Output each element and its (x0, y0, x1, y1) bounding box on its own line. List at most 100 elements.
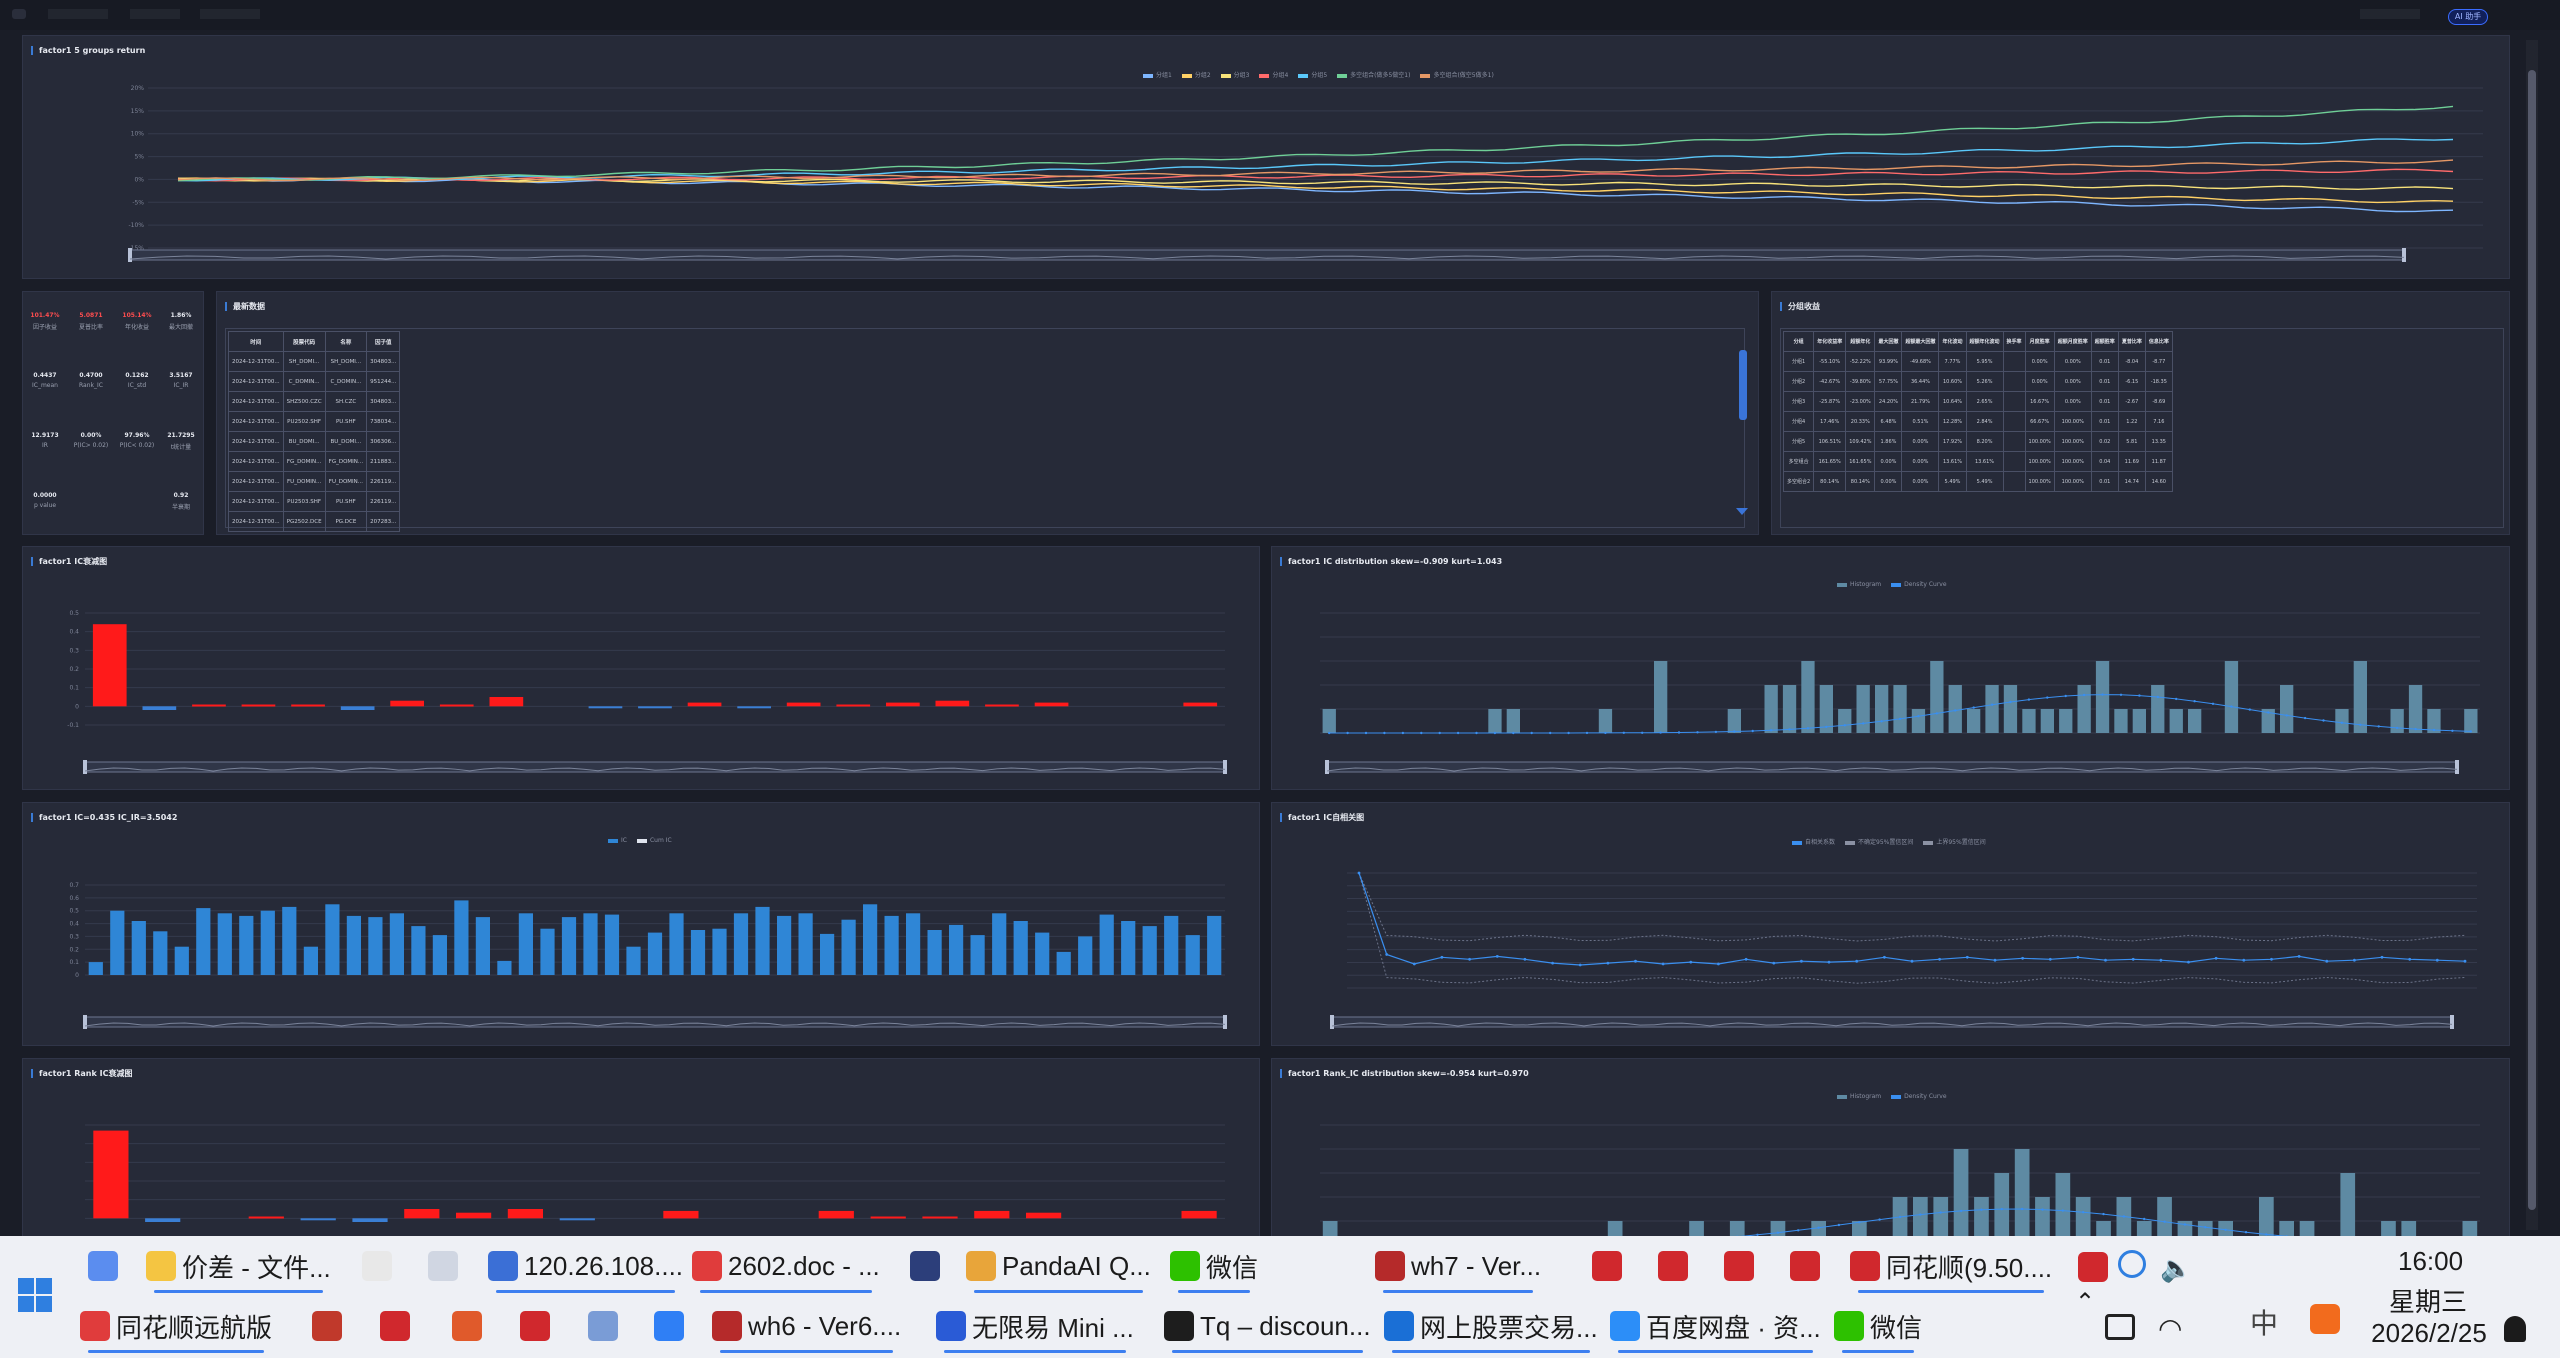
table-row[interactable]: 2024-12-31T00... PU2502.SHF PU.SHF 738034..… (228, 411, 401, 432)
bar (540, 928, 555, 975)
taskbar-button[interactable] (362, 1243, 398, 1289)
sogou-ime-icon[interactable] (2310, 1304, 2340, 1334)
column-header[interactable]: 分组 (1782, 331, 1815, 352)
table-row[interactable]: 2024-12-31T00... SH_DOMI... SH_DOMI... 3048… (228, 351, 401, 372)
taskbar-button[interactable] (1658, 1243, 1694, 1289)
bar (1893, 685, 1907, 733)
taskbar-button[interactable] (1724, 1243, 1760, 1289)
bar (439, 704, 474, 707)
taskbar-button[interactable]: 百度网盘 · 资... (1610, 1303, 1821, 1353)
nav-item[interactable] (130, 9, 180, 19)
taskbar-button[interactable] (88, 1243, 124, 1289)
table-cell: -55.10% (1813, 351, 1847, 372)
column-header[interactable]: 因子值 (366, 331, 401, 352)
column-header[interactable]: 年化收益率 (1813, 331, 1847, 352)
clock-weekday[interactable]: 星期三 (2388, 1282, 2468, 1319)
table-row[interactable]: 多空组合 161.65% 161.65% 0.00% 0.00% 13.61% 13.61%… (1782, 451, 2173, 472)
column-header[interactable]: 年化波动 (1938, 331, 1967, 352)
taskbar-button[interactable] (452, 1303, 488, 1349)
clock-time[interactable]: 16:00 (2398, 1246, 2463, 1277)
taskbar-button[interactable] (312, 1303, 348, 1349)
table-row[interactable]: 2024-12-31T00... PG2502.DCE PG.DCE 207283..… (228, 511, 401, 532)
taskbar-button[interactable]: 网上股票交易... (1384, 1303, 1598, 1353)
taskbar-button[interactable]: Tq – discoun... (1164, 1303, 1371, 1353)
app-s-icon (520, 1311, 550, 1341)
table-row[interactable]: 2024-12-31T00... PU2503.SHF PU.SHF 226119..… (228, 491, 401, 512)
table-row[interactable]: 分组2 -42.67% -39.80% 57.75% 36.44% 10.60% 5.26%… (1782, 371, 2173, 392)
column-header[interactable]: 股票代码 (282, 331, 326, 352)
windows-start-icon[interactable] (18, 1278, 52, 1312)
column-header[interactable]: 换手率 (2002, 331, 2026, 352)
page-scrollbar[interactable] (2528, 70, 2536, 1210)
taskbar-button[interactable]: wh7 - Ver... (1375, 1243, 1541, 1293)
table-cell: 211883... (366, 451, 401, 472)
column-header[interactable]: 超额月度胜率 (2053, 331, 2092, 352)
column-header[interactable]: 时间 (228, 331, 284, 352)
taskbar-button[interactable]: PandaAI Q... (966, 1243, 1151, 1293)
table-cell: C_DOMIN... (282, 371, 326, 392)
column-header[interactable]: 夏普比率 (2117, 331, 2146, 352)
column-header[interactable]: 超额胜率 (2090, 331, 2119, 352)
column-header[interactable]: 月度胜率 (2024, 331, 2055, 352)
ai-assistant-button[interactable]: AI 助手 (2448, 9, 2488, 25)
dashboard-window: AI 助手 factor1 5 groups return 分组1 分组2 分组3 分… (0, 0, 2560, 1236)
column-header[interactable]: 名称 (324, 331, 368, 352)
table-row[interactable]: 分组4 17.46% 20.33% 6.48% 0.51% 12.28% 2.84% 66.6… (1782, 411, 2173, 432)
notification-bell-icon[interactable] (2504, 1316, 2526, 1342)
taskbar-button[interactable]: 120.26.108.... (488, 1243, 683, 1293)
latest-data-panel: 最新数据 时间 股票代码 名称 因子值 2024-12-31T00... SH_DOMI.… (216, 291, 1759, 535)
stat-value: 1.86% (170, 312, 192, 319)
nav-item[interactable] (2360, 9, 2420, 19)
column-header[interactable]: 最大回撤 (1874, 331, 1903, 352)
taskbar-button[interactable] (910, 1243, 946, 1289)
table-scrollbar[interactable] (1739, 350, 1747, 420)
tray-chevron-icon[interactable]: ⌃ (2075, 1288, 2095, 1317)
volume-icon[interactable]: 🔈 (2160, 1254, 2192, 1284)
stat-label: 年化收益 (124, 324, 149, 331)
column-header[interactable]: 超额年化波动 (1965, 331, 2004, 352)
clock-date[interactable]: 2026/2/25 (2370, 1318, 2488, 1349)
antivirus-tray-icon[interactable] (2078, 1252, 2108, 1282)
taskbar-button[interactable] (1790, 1243, 1826, 1289)
y-tick-label: 15% (131, 108, 145, 115)
table-row[interactable]: 2024-12-31T00... SHZ500.CZC SH.CZC 304803..… (228, 391, 401, 412)
column-header[interactable]: 超额年化 (1845, 331, 1876, 352)
taskbar-button[interactable]: 微信 (1170, 1243, 1258, 1293)
table-row[interactable]: 2024-12-31T00... C_DOMIN... C_DOMIN... 9512… (228, 371, 401, 392)
column-header[interactable]: 信息比率 (2144, 331, 2173, 352)
taskbar-button[interactable] (520, 1303, 556, 1349)
taskbar-button[interactable] (428, 1243, 464, 1289)
sync-icon[interactable] (2118, 1250, 2146, 1278)
taskbar-button[interactable]: 价差 - 文件... (146, 1243, 331, 1293)
table-row[interactable]: 2024-12-31T00... BU_DOMI... BU_DOMI... 3063… (228, 431, 401, 452)
table-row[interactable]: 分组1 -55.10% -52.22% 93.99% -49.68% 7.77% 5.95%… (1782, 351, 2173, 372)
table-cell: 2024-12-31T00... (228, 411, 284, 432)
taskbar-button[interactable]: 同花顺(9.50.... (1850, 1243, 2052, 1293)
taskbar-button[interactable]: 同花顺远航版 (80, 1303, 272, 1353)
taskbar-button[interactable] (380, 1303, 416, 1349)
table-row[interactable]: 多空组合2 80.14% 80.14% 0.00% 0.00% 5.49% 5.49% 100… (1782, 471, 2173, 492)
nav-item[interactable] (200, 9, 260, 19)
table-row[interactable]: 分组3 -25.87% -23.00% 24.20% 21.79% 10.64% 2.65%… (1782, 391, 2173, 412)
table-row[interactable]: 分组5 106.51% 109.42% 1.86% 0.00% 17.92% 8.20% 10… (1782, 431, 2173, 452)
table-row[interactable]: 2024-12-31T00... FU_DOMIN... FU_DOMIN... 22… (228, 471, 401, 492)
wifi-icon[interactable]: ◠ (2158, 1312, 2182, 1345)
taskbar-button[interactable] (1592, 1243, 1628, 1289)
battery-icon[interactable] (2105, 1314, 2135, 1340)
ime-indicator[interactable]: 中 (2250, 1302, 2278, 1342)
taskbar-button[interactable]: 微信 (1834, 1303, 1922, 1353)
column-header[interactable]: 超额最大回撤 (1901, 331, 1940, 352)
table-cell: 2024-12-31T00... (228, 491, 284, 512)
page-scroll-track[interactable] (2526, 40, 2538, 1230)
taskbar-button[interactable]: 2602.doc - ... (692, 1243, 880, 1293)
nav-item[interactable] (48, 9, 108, 19)
scroll-down-icon[interactable] (1736, 508, 1748, 515)
table-cell: 36.44% (1901, 371, 1940, 392)
taskbar-button[interactable]: wh6 - Ver6.... (712, 1303, 901, 1353)
bar (2188, 709, 2202, 733)
taskbar-button[interactable]: 无限易 Mini ... (936, 1303, 1134, 1353)
stat-label: 最大回撤 (168, 324, 193, 331)
table-row[interactable]: 2024-12-31T00... FG_DOMIN... FG_DOMIN... 21… (228, 451, 401, 472)
taskbar-button[interactable] (588, 1303, 624, 1349)
taskbar-button[interactable] (654, 1303, 690, 1349)
